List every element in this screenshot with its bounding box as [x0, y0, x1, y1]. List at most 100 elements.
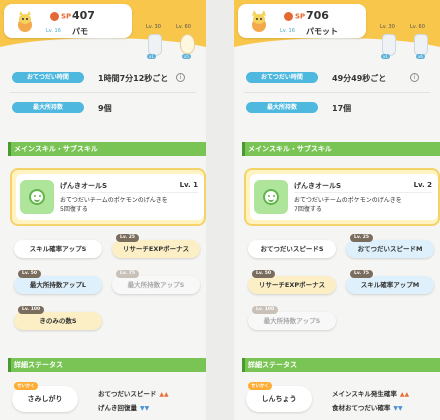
milk-bottle-icon[interactable]	[148, 34, 162, 56]
pokemon-sprite	[252, 10, 266, 32]
sp-value: 706	[306, 9, 329, 22]
subskill-label: おてつだいスピードS	[260, 245, 324, 253]
evolution-items: Lv. 30 x1 Lv. 60 x5	[142, 16, 206, 60]
subskill-chip[interactable]: スキル確率アップS	[14, 240, 102, 258]
pokemon-name: パモ	[72, 27, 88, 36]
main-skill-name: げんきオールS	[60, 182, 108, 190]
nature-effect-down: 食材おてつだい確率 ▼▼	[332, 402, 403, 412]
max-carry-label: 最大所持数	[12, 102, 84, 113]
smile-icon	[263, 189, 279, 205]
effect-label: 食材おてつだい確率	[332, 404, 391, 412]
main-skill-inner: げんきオールS Lv. 1 おてつだいチームのポケモンのげんきを5回復する	[16, 174, 204, 220]
down-arrow-icon: ▼▼	[393, 405, 403, 412]
subskill-level-tag: Lv. 25	[350, 234, 373, 242]
nature-effect-up: メインスキル発生確率 ▲▲	[332, 388, 409, 398]
section-header-skills: メインスキル・サブスキル	[8, 142, 206, 156]
main-skill-card[interactable]: げんきオールS Lv. 2 おてつだいチームのポケモンのげんきを7回復する	[244, 168, 440, 226]
subskill-label: おてつだいスピードM	[357, 245, 423, 253]
nature-effect-down: げんき回復量 ▼▼	[98, 402, 149, 412]
pokemon-detail-panel-right: SP 706 Lv. 16 パモット Lv. 30 x1 Lv. 60 x6 お…	[234, 0, 440, 420]
subskill-level-tag: Lv. 75	[116, 270, 139, 278]
help-time-value: 49分49秒ごと	[332, 74, 387, 83]
sp-label-text: SP	[295, 12, 306, 21]
item-count-1: x1	[381, 54, 390, 59]
subskill-level-tag: Lv. 25	[116, 234, 139, 242]
smile-icon	[29, 189, 45, 205]
sp-icon	[50, 12, 59, 21]
sp-value: 407	[72, 9, 95, 22]
main-skill-name: げんきオールS	[294, 182, 342, 190]
nature-effect-up: おてつだいスピード ▲▲	[98, 388, 169, 398]
effect-label: メインスキル発生確率	[332, 390, 397, 398]
milk-bottle-icon[interactable]	[414, 34, 428, 56]
sp-label-text: SP	[61, 12, 72, 21]
section-header-status: 詳細ステータス	[242, 358, 440, 372]
subskill-label: 最大所持数アップS	[127, 281, 185, 289]
section-header-status: 詳細ステータス	[8, 358, 206, 372]
subskill-chip[interactable]: Lv. 100 きのみの数S	[14, 306, 102, 330]
nature-tag: せいかく	[14, 382, 38, 390]
subskill-chip[interactable]: Lv. 25 おてつだいスピードM	[346, 234, 434, 258]
effect-label: げんき回復量	[98, 404, 137, 412]
subskill-level-tag: Lv. 100	[252, 306, 279, 314]
up-arrow-icon: ▲▲	[159, 391, 169, 398]
subskill-level-tag: Lv. 50	[18, 270, 41, 278]
help-time-value: 1時間7分12秒ごと	[98, 74, 169, 83]
effect-label: おてつだいスピード	[98, 390, 157, 398]
max-carry-label: 最大所持数	[246, 102, 318, 113]
subskill-chip[interactable]: おてつだいスピードS	[248, 240, 336, 258]
energy-skill-icon	[254, 180, 288, 214]
pokemon-sprite	[18, 11, 32, 32]
subskill-level-tag: Lv. 100	[18, 306, 45, 314]
sp-icon	[284, 12, 293, 21]
item-count-2: x6	[416, 54, 425, 59]
info-icon[interactable]: i	[410, 73, 419, 82]
subskill-chip[interactable]: Lv. 75 最大所持数アップS	[112, 270, 200, 294]
item-level-2: Lv. 60	[410, 24, 425, 30]
skill-divider	[294, 192, 432, 193]
evolution-items: Lv. 30 x1 Lv. 60 x6	[376, 16, 440, 60]
energy-skill-icon	[20, 180, 54, 214]
main-skill-description: おてつだいチームのポケモンのげんきを5回復する	[60, 197, 168, 213]
help-time-label: おてつだい時間	[12, 72, 84, 83]
subskill-chip[interactable]: Lv. 75 スキル確率アップM	[346, 270, 434, 294]
subskill-level-tag: Lv. 50	[252, 270, 275, 278]
subskill-label: スキル確率アップM	[360, 281, 420, 289]
subskill-label: 最大所持数アップS	[263, 317, 321, 325]
down-arrow-icon: ▼▼	[140, 405, 150, 412]
item-level-1: Lv. 30	[380, 24, 395, 30]
up-arrow-icon: ▲▲	[399, 391, 410, 398]
level-label: Lv. 16	[280, 28, 295, 34]
item-level-1: Lv. 30	[146, 24, 161, 30]
level-label: Lv. 16	[46, 28, 61, 34]
divider	[10, 92, 196, 93]
sp-label: SP	[50, 12, 71, 21]
main-skill-card[interactable]: げんきオールS Lv. 1 おてつだいチームのポケモンのげんきを5回復する	[10, 168, 206, 226]
item-level-2: Lv. 60	[176, 24, 191, 30]
main-skill-description: おてつだいチームのポケモンのげんきを7回復する	[294, 197, 402, 213]
pokemon-header-card[interactable]: SP 407 Lv. 16 パモ	[4, 4, 132, 38]
divider	[244, 92, 430, 93]
milk-bottle-icon[interactable]	[382, 34, 396, 56]
subskill-chip[interactable]: Lv. 100 最大所持数アップS	[248, 306, 336, 330]
main-skill-inner: げんきオールS Lv. 2 おてつだいチームのポケモンのげんきを7回復する	[250, 174, 438, 220]
pokemon-header-card[interactable]: SP 706 Lv. 16 パモット	[238, 4, 366, 38]
subskill-chip[interactable]: Lv. 50 最大所持数アップL	[14, 270, 102, 294]
sp-label: SP	[284, 12, 305, 21]
subskill-label: スキル確率アップS	[29, 245, 87, 253]
main-skill-level: Lv. 2	[413, 181, 432, 189]
subskill-chip[interactable]: Lv. 25 リサーチEXPボーナス	[112, 234, 200, 258]
subskill-level-tag: Lv. 75	[350, 270, 373, 278]
egg-icon[interactable]	[180, 34, 195, 54]
help-time-label: おてつだい時間	[246, 72, 318, 83]
subskill-label: リサーチEXPボーナス	[258, 281, 326, 289]
info-icon[interactable]: i	[176, 73, 185, 82]
max-carry-value: 9個	[98, 104, 112, 113]
pokemon-name: パモット	[306, 27, 338, 36]
subskill-chip[interactable]: Lv. 50 リサーチEXPボーナス	[248, 270, 336, 294]
subskill-label: リサーチEXPボーナス	[122, 245, 190, 253]
section-header-skills: メインスキル・サブスキル	[242, 142, 440, 156]
panel-gap	[206, 0, 234, 420]
skill-divider	[60, 192, 198, 193]
max-carry-value: 17個	[332, 104, 352, 113]
